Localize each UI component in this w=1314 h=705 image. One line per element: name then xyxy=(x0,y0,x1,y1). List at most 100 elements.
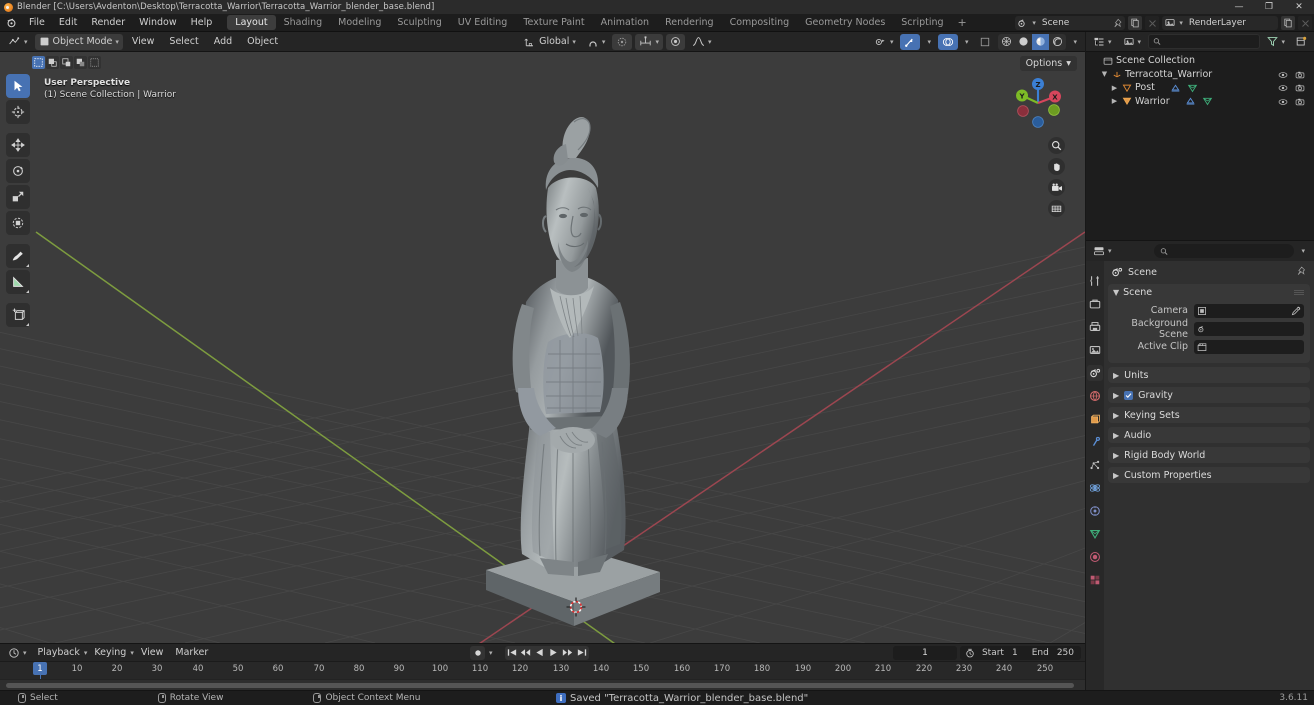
workspace-tab-compositing[interactable]: Compositing xyxy=(722,15,798,30)
workspace-tab-rendering[interactable]: Rendering xyxy=(657,15,722,30)
tweak-select-tool[interactable] xyxy=(6,74,30,98)
modifier-icon[interactable] xyxy=(1170,83,1181,93)
jump-to-end-button[interactable] xyxy=(575,646,589,660)
visibility-selector[interactable]: ▾ xyxy=(870,34,898,50)
select-box-icon[interactable] xyxy=(32,56,45,69)
outliner-render-toggle[interactable] xyxy=(1295,83,1305,93)
mesh-data-icon[interactable] xyxy=(1202,96,1213,106)
outliner-row-terracotta-warrior[interactable]: ▼ Terracotta_Warrior xyxy=(1086,68,1314,82)
select-intersect-icon[interactable] xyxy=(88,56,101,69)
material-tab[interactable] xyxy=(1087,549,1103,565)
toggle-perspective-icon[interactable] xyxy=(1048,200,1065,217)
properties-search-field[interactable] xyxy=(1171,246,1288,256)
outliner-disclosure[interactable]: ▼ xyxy=(1100,70,1109,78)
units-panel-header[interactable]: ▶ Units xyxy=(1108,367,1310,383)
tool-tab[interactable] xyxy=(1087,273,1103,289)
particles-tab[interactable] xyxy=(1087,457,1103,473)
modifier-icon[interactable] xyxy=(1185,96,1196,106)
properties-search-input[interactable] xyxy=(1153,244,1294,258)
select-invert-icon[interactable] xyxy=(74,56,87,69)
new-viewlayer-button[interactable] xyxy=(1281,16,1295,30)
scene-tab[interactable] xyxy=(1087,365,1103,381)
workspace-tab-shading[interactable]: Shading xyxy=(276,15,331,30)
shading-options-dropdown[interactable]: ▾ xyxy=(1069,34,1081,50)
menu-window[interactable]: Window xyxy=(132,14,183,32)
rotate-tool[interactable] xyxy=(6,159,30,183)
proportional-edit-button[interactable] xyxy=(612,33,633,50)
gravity-checkbox[interactable] xyxy=(1124,390,1134,400)
menu-render[interactable]: Render xyxy=(84,14,132,32)
select-extend-icon[interactable] xyxy=(46,56,59,69)
gizmo-options-dropdown[interactable]: ▾ xyxy=(923,34,935,50)
workspace-tab-geometry-nodes[interactable]: Geometry Nodes xyxy=(797,15,893,30)
snap-magnet-button[interactable]: ▾ xyxy=(583,34,610,50)
pin-icon[interactable] xyxy=(1296,266,1306,276)
shading-wireframe-button[interactable] xyxy=(998,34,1015,50)
output-tab[interactable] xyxy=(1087,319,1103,335)
modifier-tab[interactable] xyxy=(1087,434,1103,450)
outliner-disclosure[interactable]: ▶ xyxy=(1110,84,1119,92)
shading-solid-button[interactable] xyxy=(1015,34,1032,50)
measure-tool[interactable] xyxy=(6,270,30,294)
editor-type-selector[interactable]: ▾ xyxy=(4,34,32,50)
scene-panel-header[interactable]: ▼ Scene xyxy=(1108,284,1310,300)
xray-toggle-button[interactable] xyxy=(975,34,995,50)
rigid-body-world-panel-header[interactable]: ▶ Rigid Body World xyxy=(1108,447,1310,463)
keying-sets-panel-header[interactable]: ▶ Keying Sets xyxy=(1108,407,1310,423)
mesh-data-icon[interactable] xyxy=(1187,83,1198,93)
viewport-menu-object[interactable]: Object xyxy=(241,33,284,51)
scene-selector[interactable]: ▾ Scene xyxy=(1015,16,1126,30)
snap-increment-button[interactable]: ▾ xyxy=(635,33,663,50)
play-button[interactable] xyxy=(547,646,561,660)
start-frame-field[interactable]: Start 1 xyxy=(975,648,1025,658)
camera-view-icon[interactable] xyxy=(1048,179,1065,196)
annotate-tool[interactable] xyxy=(6,244,30,268)
timeline-horizontal-scrollbar[interactable] xyxy=(6,683,1074,688)
viewport-options-button[interactable]: Options ▾ xyxy=(1019,56,1077,71)
viewport-menu-add[interactable]: Add xyxy=(208,33,238,51)
workspace-tab-layout[interactable]: Layout xyxy=(227,15,276,30)
3d-viewport[interactable]: User Perspective (1) Scene Collection | … xyxy=(0,52,1085,643)
overlays-toggle-button[interactable] xyxy=(937,33,958,50)
playhead[interactable]: 1 xyxy=(33,662,47,675)
close-button[interactable]: ✕ xyxy=(1284,0,1314,14)
transform-tool[interactable] xyxy=(6,211,30,235)
minimize-button[interactable]: — xyxy=(1224,0,1254,14)
pan-hand-icon[interactable] xyxy=(1048,158,1065,175)
pivot-point-button[interactable] xyxy=(665,33,685,50)
end-frame-field[interactable]: End 250 xyxy=(1025,648,1081,658)
workspace-tab-texture-paint[interactable]: Texture Paint xyxy=(515,15,592,30)
eyedropper-icon[interactable] xyxy=(1291,306,1301,316)
outliner-render-toggle[interactable] xyxy=(1295,97,1305,107)
play-reverse-button[interactable] xyxy=(533,646,547,660)
outliner-search-input[interactable] xyxy=(1148,34,1261,49)
outliner-search-field[interactable] xyxy=(1164,36,1256,47)
data-tab[interactable] xyxy=(1087,526,1103,542)
camera-field[interactable] xyxy=(1194,303,1304,318)
workspace-tab-scripting[interactable]: Scripting xyxy=(893,15,951,30)
unlink-scene-button[interactable] xyxy=(1145,16,1160,30)
navigation-gizmo[interactable]: Z Y X xyxy=(1009,74,1067,132)
remove-viewlayer-button[interactable] xyxy=(1298,16,1312,30)
proportional-falloff-button[interactable]: ▾ xyxy=(688,34,716,50)
timeline-menu-keying[interactable]: Keying xyxy=(89,645,131,661)
outliner-row-scene-collection[interactable]: Scene Collection xyxy=(1086,54,1314,68)
shading-rendered-button[interactable] xyxy=(1049,34,1066,50)
use-preview-range-icon[interactable] xyxy=(960,648,975,658)
outliner-row-warrior[interactable]: ▶ Warrior xyxy=(1086,95,1314,109)
transform-orientation-selector[interactable]: Global ▾ xyxy=(520,34,580,50)
viewport-menu-select[interactable]: Select xyxy=(163,33,204,51)
object-tab[interactable] xyxy=(1087,411,1103,427)
maximize-button[interactable]: ❐ xyxy=(1254,0,1284,14)
gizmo-toggle-button[interactable] xyxy=(900,33,921,50)
physics-tab[interactable] xyxy=(1087,480,1103,496)
current-frame-field[interactable]: 1 xyxy=(892,645,957,660)
jump-to-start-button[interactable] xyxy=(505,646,519,660)
outliner-disclosure[interactable]: ▶ xyxy=(1110,97,1119,105)
audio-panel-header[interactable]: ▶ Audio xyxy=(1108,427,1310,443)
timeline-menu-marker[interactable]: Marker xyxy=(170,645,213,661)
outliner-row-post[interactable]: ▶ Post xyxy=(1086,81,1314,95)
timeline-menu-view[interactable]: View xyxy=(136,645,169,661)
active-clip-field[interactable] xyxy=(1194,339,1304,354)
overlays-options-dropdown[interactable]: ▾ xyxy=(961,34,973,50)
